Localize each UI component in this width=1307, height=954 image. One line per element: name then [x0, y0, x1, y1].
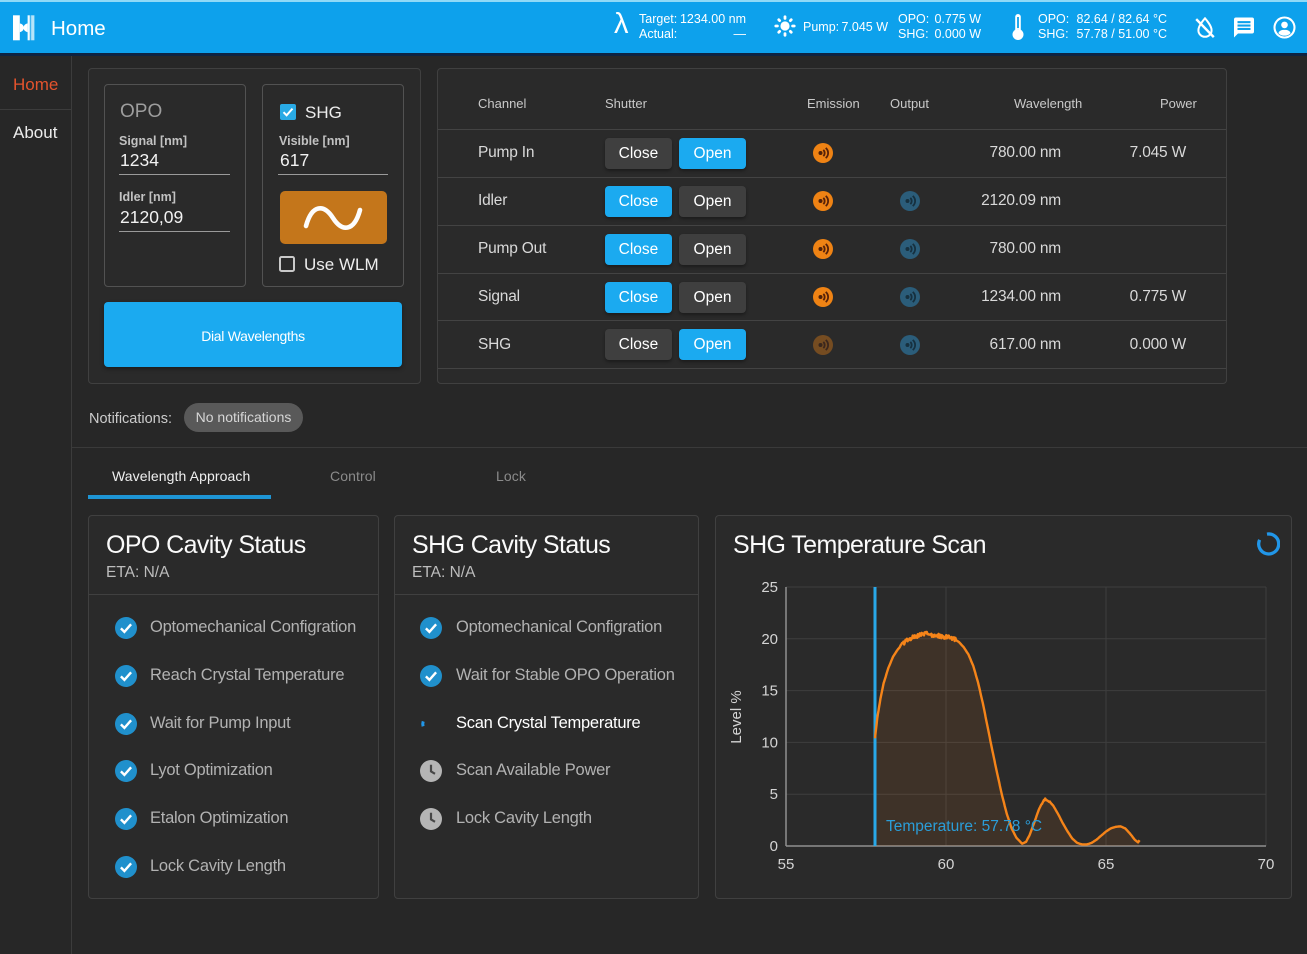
svg-text:15: 15	[761, 683, 778, 700]
svg-text:65: 65	[1098, 856, 1115, 873]
svg-text:5: 5	[770, 786, 778, 803]
svg-text:10: 10	[761, 734, 778, 751]
svg-text:60: 60	[938, 856, 955, 873]
svg-text:0: 0	[770, 838, 778, 855]
svg-text:20: 20	[761, 631, 778, 648]
svg-text:70: 70	[1258, 856, 1275, 873]
svg-text:Temperature: 57.78 °C: Temperature: 57.78 °C	[886, 818, 1042, 835]
svg-text:Level %: Level %	[728, 690, 745, 743]
svg-text:55: 55	[778, 856, 795, 873]
svg-text:25: 25	[761, 579, 778, 596]
